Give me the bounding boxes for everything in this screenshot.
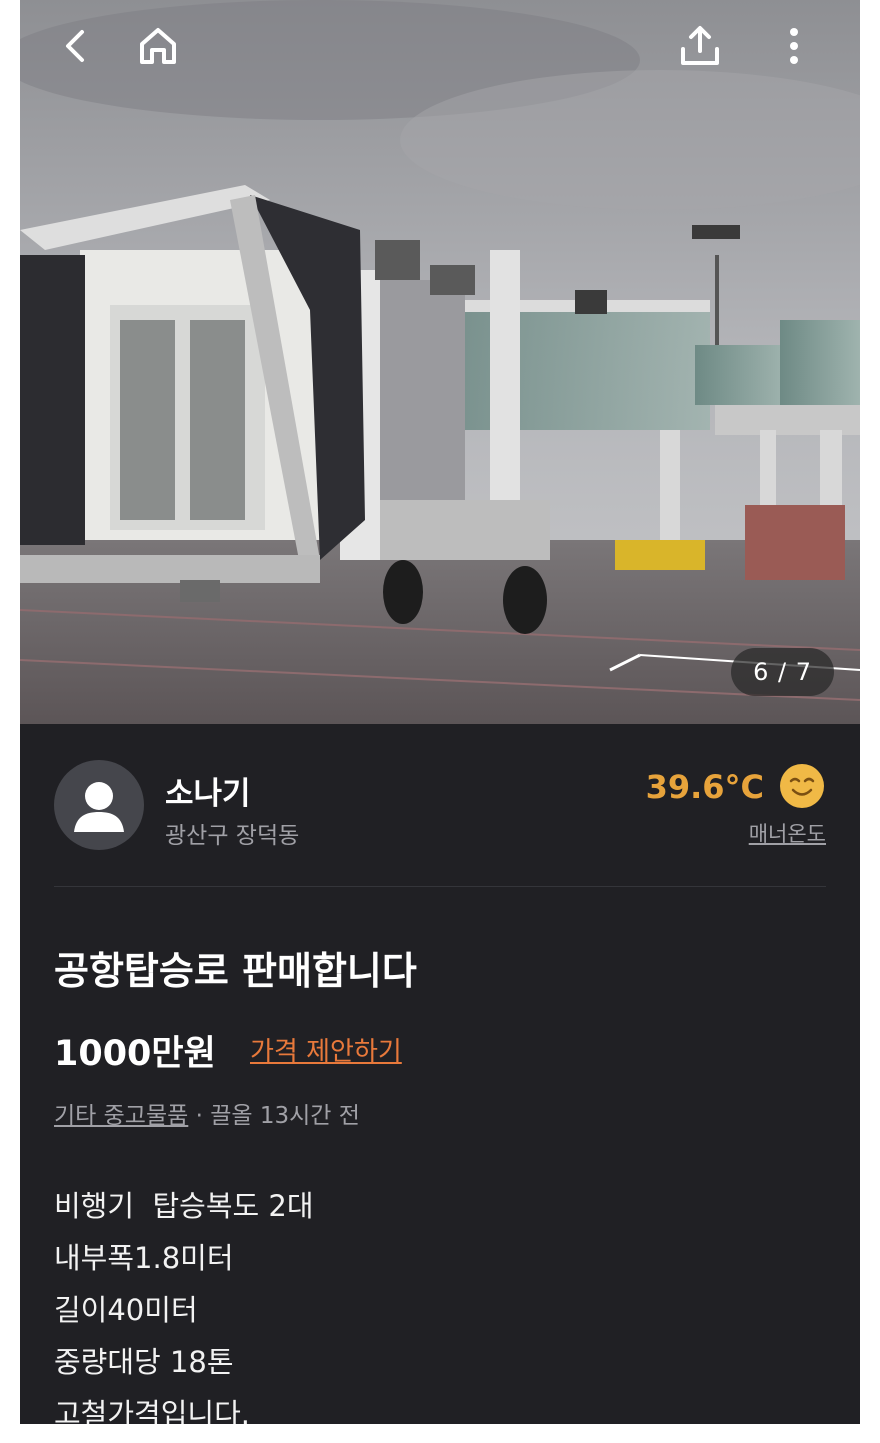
price-offer-link[interactable]: 가격 제안하기: [250, 1031, 402, 1068]
divider: [54, 886, 826, 887]
share-icon: [681, 26, 719, 65]
seller-location: 광산구 장덕동: [165, 823, 300, 849]
manner-temperature-link[interactable]: 매너온도: [749, 818, 826, 848]
category-link[interactable]: 기타 중고물품: [54, 1103, 188, 1129]
manner-temperature: 39.6°C: [645, 768, 764, 806]
home-button[interactable]: [130, 18, 186, 74]
home-icon: [140, 28, 176, 64]
more-button[interactable]: [766, 18, 822, 74]
airport-jet-bridge-photo: [20, 0, 860, 724]
more-icon: [790, 28, 798, 64]
photo-counter: 6 / 7: [731, 648, 834, 696]
user-icon: [74, 782, 124, 832]
post-time: · 끌올 13시간 전: [188, 1103, 360, 1129]
listing-photo[interactable]: 6 / 7: [20, 0, 860, 724]
share-button[interactable]: [672, 18, 728, 74]
back-button[interactable]: [48, 18, 104, 74]
post-meta: 기타 중고물품 · 끌올 13시간 전: [54, 1096, 360, 1130]
listing-screen: 6 / 7 소나기 광산구 장덕동 39.6°C 매너온도 공항탑승로 판매합니…: [20, 0, 860, 1424]
avatar[interactable]: [54, 760, 144, 850]
seller-name: 소나기: [165, 776, 251, 812]
back-icon: [66, 30, 84, 62]
post-title: 공항탑승로 판매합니다: [54, 949, 417, 993]
seller-profile[interactable]: 소나기 광산구 장덕동 39.6°C 매너온도: [20, 724, 860, 887]
smile-face-icon: [780, 764, 824, 808]
post-price: 1000만원: [54, 1034, 216, 1074]
post-description: 비행기 탑승복도 2대 내부폭1.8미터 길이40미터 중량대당 18톤 고철가…: [54, 1189, 314, 1424]
